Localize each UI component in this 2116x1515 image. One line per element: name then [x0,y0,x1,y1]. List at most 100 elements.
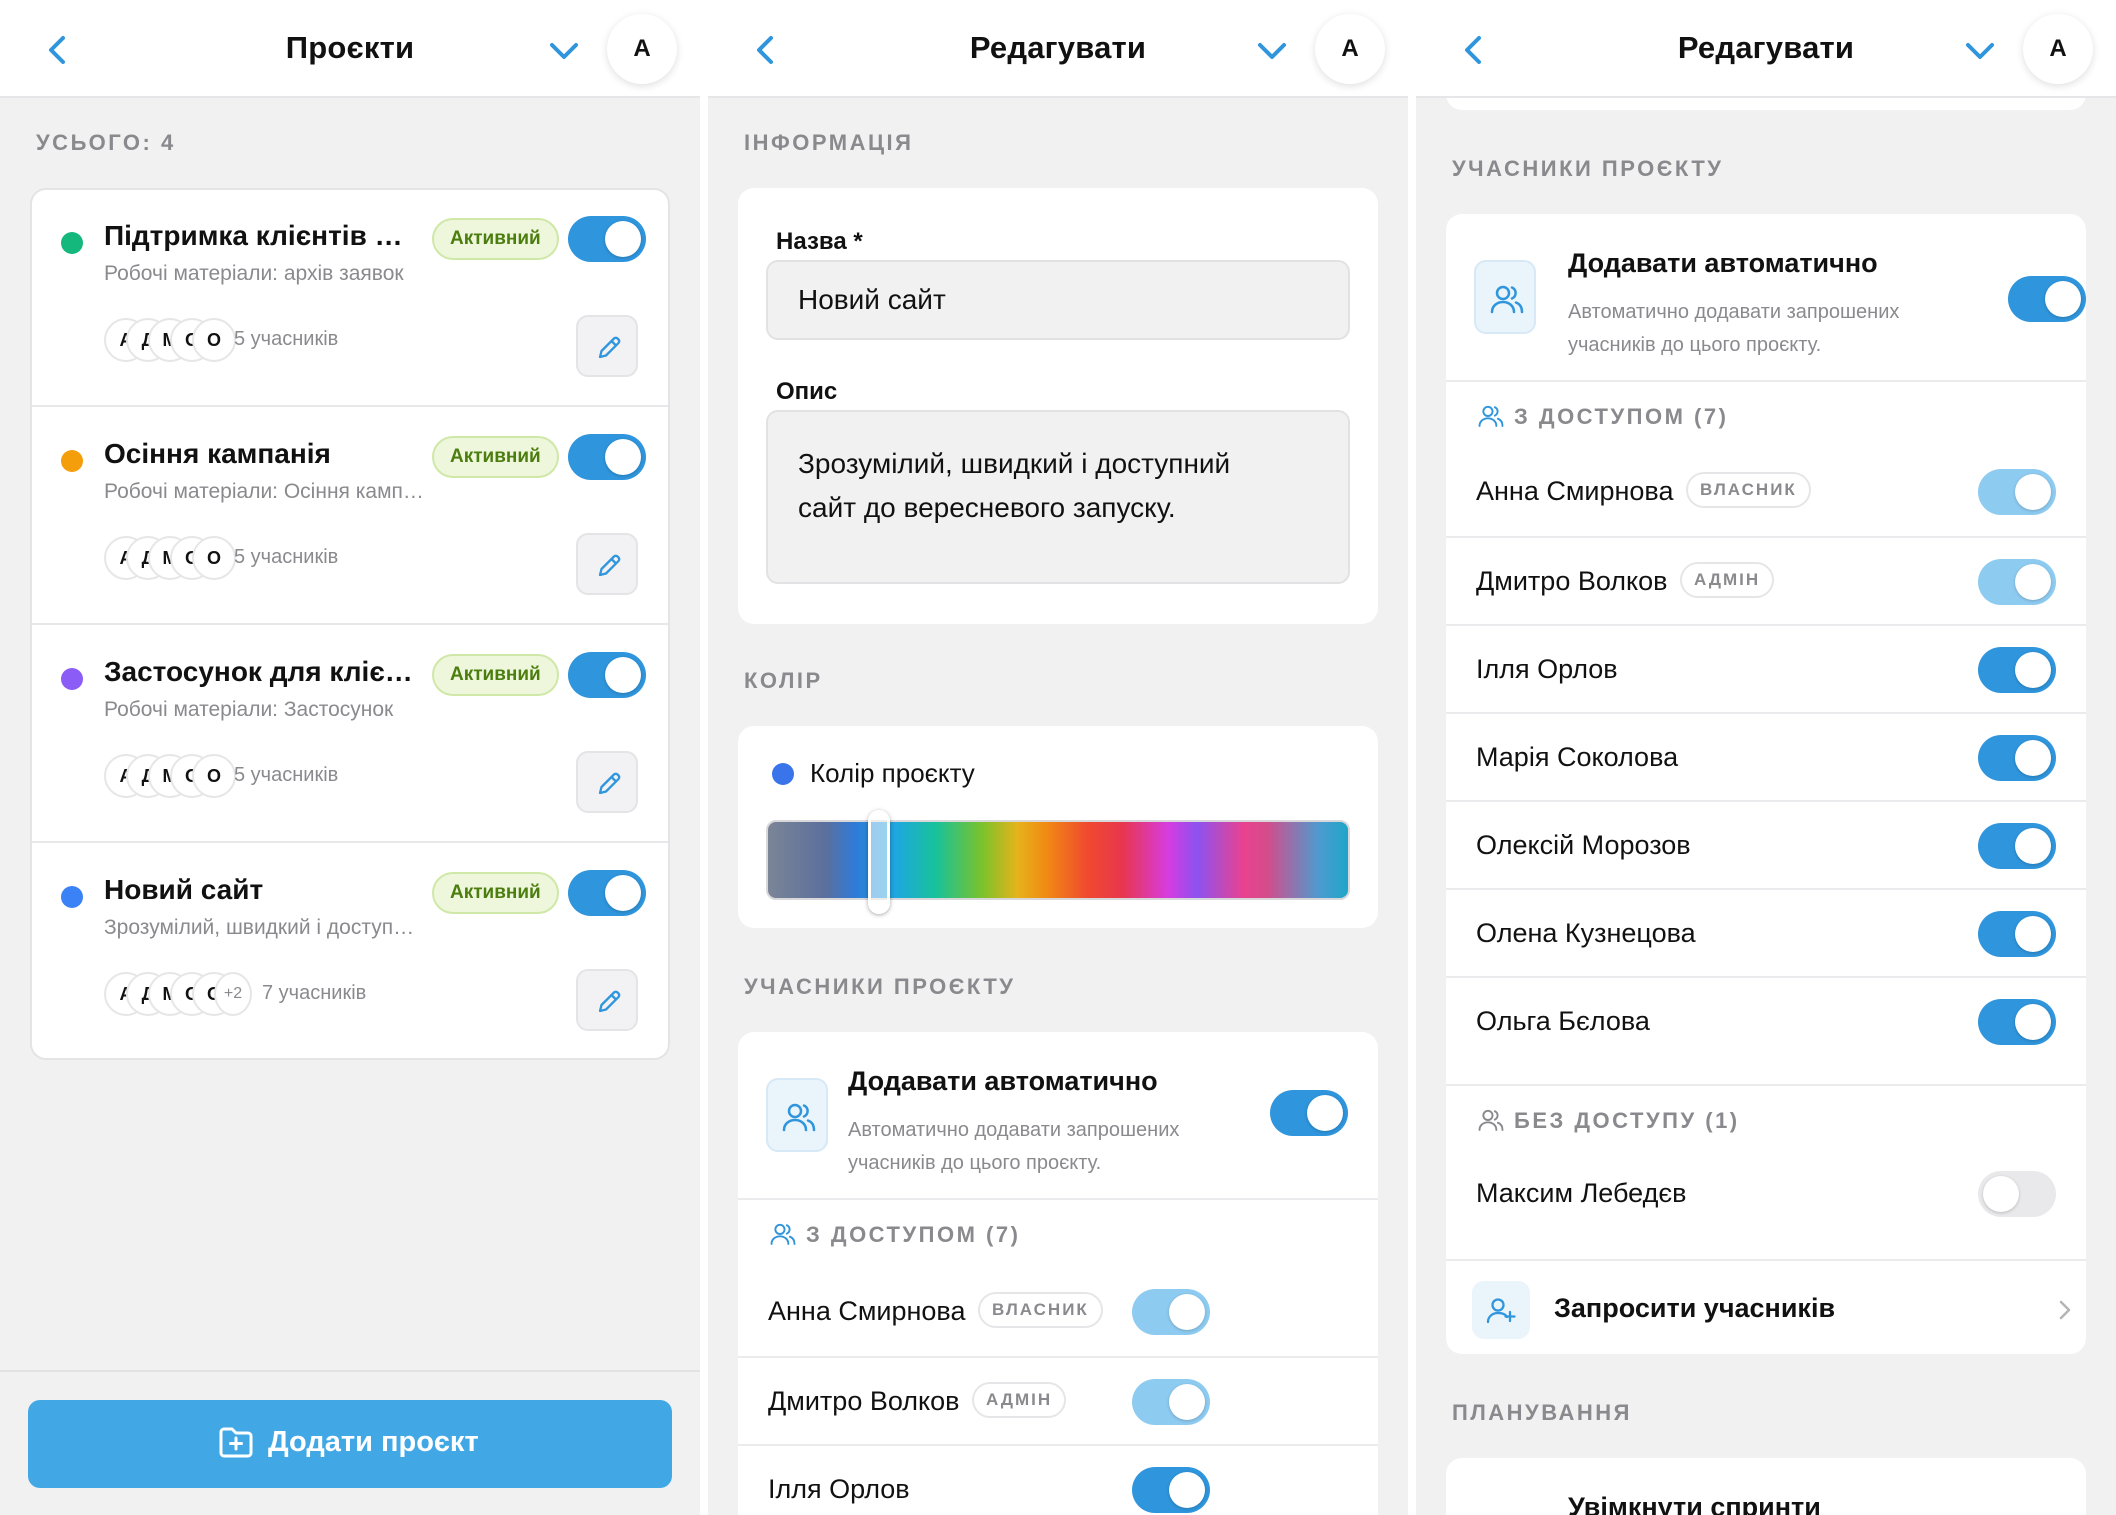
auto-add-toggle[interactable] [1270,1090,1348,1136]
edit-project-screen: Редагувати А ІНФОРМАЦІЯ Назва * Новий са… [708,0,1408,1515]
edit-project-button[interactable] [576,533,638,595]
members-card: Додавати автоматично Автоматично додават… [738,1032,1378,1515]
project-color-dot [61,886,83,908]
add-project-button[interactable]: Додати проєкт [28,1400,672,1488]
project-name: Новий сайт [104,874,264,905]
member-name: Ілля Орлов [768,1474,910,1504]
member-access-toggle[interactable] [1978,559,2056,605]
menu-dropdown-button[interactable] [544,34,584,68]
info-card: Назва * Новий сайт Опис Зрозумілий, швид… [738,188,1378,624]
status-badge: Активний [432,654,559,696]
member-row[interactable]: Марія Соколова [1446,712,2086,800]
invite-members-row[interactable]: Запросити учасників [1446,1259,2086,1354]
project-item[interactable]: Осіння кампанія Робочі матеріали: Осіння … [32,408,668,625]
edit-project-button[interactable] [576,751,638,813]
project-color-dot [61,668,83,690]
member-access-toggle[interactable] [1978,823,2056,869]
member-row[interactable]: Олексій Морозов [1446,800,2086,888]
auto-add-desc-line-1: Автоматично додавати запрошених [1568,301,1900,323]
member-row[interactable]: Дмитро Волков АДМІН [1446,536,2086,624]
info-section-title: ІНФОРМАЦІЯ [744,130,914,155]
members-card: Додавати автоматично Автоматично додават… [1446,214,2086,1354]
toggle-knob [605,439,641,475]
member-row[interactable]: Анна Смирнова ВЛАСНИК [1446,448,2086,536]
back-button[interactable] [746,30,786,70]
project-toggle[interactable] [568,652,646,698]
avatar: О [192,754,236,798]
users-icon-box [1474,260,1536,334]
project-toggle[interactable] [568,434,646,480]
planning-section-title: ПЛАНУВАННЯ [1452,1400,1632,1425]
toggle-knob [2015,474,2051,510]
project-name: Осіння кампанія [104,438,331,469]
member-row[interactable]: Ілля Орлов [1446,624,2086,712]
status-badge: Активний [432,218,559,260]
project-color-dot [61,450,83,472]
member-access-toggle[interactable] [1978,647,2056,693]
project-item[interactable]: Новий сайт Зрозумілий, швидкий і доступни… [32,844,668,1061]
members-section-title: УЧАСНИКИ ПРОЄКТУ [744,974,1016,999]
toggle-knob [1983,1176,2019,1212]
member-name: Анна Смирнова [768,1296,966,1326]
auto-add-title: Додавати автоматично [1568,248,1878,278]
menu-dropdown-button[interactable] [1960,34,2000,68]
member-name: Ольга Бєлова [1476,1006,1650,1036]
user-avatar[interactable]: А [2023,14,2093,84]
users-icon [782,1103,816,1132]
toggle-knob [1169,1384,1205,1420]
user-avatar[interactable]: А [1315,14,1385,84]
page-title: Редагувати [969,30,1147,65]
member-access-toggle[interactable] [1978,735,2056,781]
status-badge: Активний [432,872,559,914]
member-name: Дмитро Волков [768,1386,960,1416]
divider [1446,1084,2086,1086]
auto-add-toggle[interactable] [2008,276,2086,322]
member-name: Максим Лебедєв [1476,1178,1687,1208]
members-section-title: УЧАСНИКИ ПРОЄКТУ [1452,156,1724,181]
toggle-knob [605,875,641,911]
toggle-knob [605,657,641,693]
member-row[interactable]: Ольга Бєлова [1446,976,2086,1064]
member-row[interactable]: Максим Лебедєв [1446,1150,2086,1238]
auto-add-desc-line-1: Автоматично додавати запрошених [848,1119,1180,1141]
member-access-toggle[interactable] [1132,1379,1210,1425]
edit-project-button[interactable] [576,969,638,1031]
users-icon [1478,405,1504,427]
toggle-knob [1307,1095,1343,1131]
project-toggle[interactable] [568,216,646,262]
member-row[interactable]: Анна Смирнова ВЛАСНИК [738,1268,1378,1356]
member-access-toggle[interactable] [1978,999,2056,1045]
project-item[interactable]: Застосунок для клієнтів Робочі матеріали:… [32,626,668,843]
menu-dropdown-button[interactable] [1252,34,1292,68]
member-access-toggle[interactable] [1978,1171,2056,1217]
member-access-toggle[interactable] [1132,1289,1210,1335]
color-slider-thumb[interactable] [868,810,890,914]
project-item[interactable]: Підтримка клієнтів — сервіс Робочі матері… [32,190,668,407]
bottom-bar: Додати проєкт [0,1370,700,1515]
toggle-knob [2045,281,2081,317]
description-field[interactable]: Зрозумілий, швидкий і доступний сайт до … [766,410,1350,584]
add-project-label: Додати проєкт [268,1426,479,1458]
back-button[interactable] [1454,30,1494,70]
back-button[interactable] [38,30,78,70]
color-slider[interactable] [766,810,1350,914]
member-row[interactable]: Дмитро Волков АДМІН [738,1356,1378,1444]
member-row[interactable]: Ілля Орлов [738,1444,1378,1515]
auto-add-desc-line-2: учасників до цього проєкту. [848,1152,1102,1174]
project-toggle[interactable] [568,870,646,916]
member-row[interactable]: Олена Кузнецова [1446,888,2086,976]
member-count: 7 учасників [262,982,367,1004]
chevron-left-icon [1465,36,1481,64]
description-label: Опис [776,378,838,405]
member-access-toggle[interactable] [1132,1467,1210,1513]
page-title: Редагувати [1677,30,1855,65]
header: Редагувати А [1416,0,2116,98]
member-access-toggle[interactable] [1978,469,2056,515]
edit-project-button[interactable] [576,315,638,377]
user-avatar[interactable]: А [607,14,677,84]
member-count: 5 учасників [234,764,339,786]
project-description: Зрозумілий, швидкий і доступний [104,916,424,939]
name-field[interactable]: Новий сайт [766,260,1350,340]
member-access-toggle[interactable] [1978,911,2056,957]
color-card: Колір проєкту [738,726,1378,928]
